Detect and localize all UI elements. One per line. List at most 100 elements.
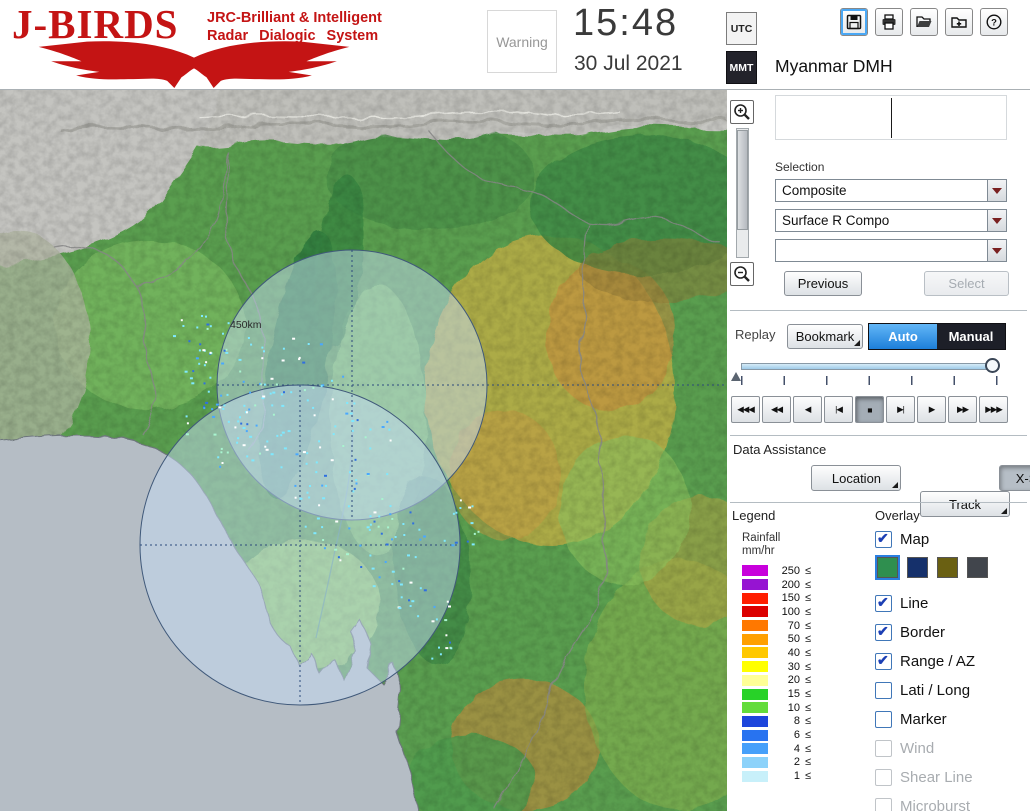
overlay-row-line[interactable]: Line xyxy=(875,592,1025,614)
overlay-row-lati-long[interactable]: Lati / Long xyxy=(875,679,1025,701)
legend-unit-line2: mm/hr xyxy=(742,545,775,557)
timezone-utc-button[interactable]: UTC xyxy=(726,12,757,45)
product-dropdown-value: Composite xyxy=(782,183,847,198)
eagle-logo-icon xyxy=(38,41,350,88)
extra-dropdown[interactable] xyxy=(775,239,1007,262)
type-dropdown-value: Surface R Compo xyxy=(782,213,890,228)
legend-suffix: ≤ xyxy=(805,660,812,673)
type-dropdown[interactable]: Surface R Compo xyxy=(775,209,1007,232)
legend-suffix: ≤ xyxy=(805,674,812,687)
checkbox xyxy=(875,797,892,811)
open-folder-button[interactable] xyxy=(910,8,938,36)
warning-label: Warning xyxy=(496,33,548,50)
legend-value: 20 xyxy=(787,674,800,687)
product-dropdown[interactable]: Composite xyxy=(775,179,1007,202)
timezone-mmt-button[interactable]: MMT xyxy=(726,51,757,84)
legend-value: 200 xyxy=(781,578,800,591)
legend-unit-label: Rainfall mm/hr xyxy=(742,532,780,558)
jump-first-button[interactable]: ◀◀◀ xyxy=(731,396,760,423)
map-style-gray[interactable] xyxy=(967,557,988,578)
map-style-olive[interactable] xyxy=(937,557,958,578)
legend-value: 6 xyxy=(793,729,800,742)
checkbox[interactable] xyxy=(875,530,892,548)
help-icon: ? xyxy=(986,14,1002,30)
previous-button[interactable]: Previous xyxy=(784,271,862,296)
play-button[interactable]: ▶ xyxy=(917,396,946,423)
replay-timeline-track[interactable] xyxy=(741,363,999,370)
zoom-scrollbar-thumb[interactable] xyxy=(736,130,748,230)
extra-dropdown-value xyxy=(776,240,987,261)
map-style-terrain[interactable] xyxy=(875,555,900,580)
auto-mode-button[interactable]: Auto xyxy=(869,324,937,349)
legend-swatch xyxy=(742,579,768,591)
clock-date: 30 Jul 2021 xyxy=(574,52,683,75)
station-info-box[interactable] xyxy=(775,95,1007,140)
checkbox xyxy=(875,768,892,786)
checkbox[interactable] xyxy=(875,623,892,641)
legend-row: 15 ≤ xyxy=(742,687,811,701)
legend-suffix: ≤ xyxy=(805,770,812,783)
overlay-row-shear-line: Shear Line xyxy=(875,766,1025,788)
save-button[interactable] xyxy=(840,8,868,36)
x-section-button[interactable]: X-Section xyxy=(998,465,1030,491)
jump-last-button[interactable]: ▶▶▶ xyxy=(979,396,1008,423)
legend-row: 50 ≤ xyxy=(742,632,811,646)
bookmark-button[interactable]: Bookmark xyxy=(787,323,863,349)
checkbox[interactable] xyxy=(875,594,892,612)
play-reverse-button[interactable]: ◀ xyxy=(793,396,822,423)
legend-swatch xyxy=(742,620,768,632)
radar-map-canvas[interactable]: 450km xyxy=(0,90,727,811)
fast-rewind-button[interactable]: ◀◀ xyxy=(762,396,791,423)
playback-controls: ◀◀◀ ◀◀ ◀ |◀ ■ ▶| ▶ ▶▶ ▶▶▶ xyxy=(731,396,1008,423)
step-back-button[interactable]: |◀ xyxy=(824,396,853,423)
legend-value: 2 xyxy=(793,756,800,769)
control-panel: Selection Composite Surface R Compo Prev… xyxy=(727,90,1030,811)
zoom-in-button[interactable] xyxy=(730,100,754,124)
legend-value: 40 xyxy=(787,646,800,659)
help-button[interactable]: ? xyxy=(980,8,1008,36)
overlay-row-map[interactable]: Map xyxy=(875,528,1025,550)
dropdown-arrow-icon[interactable] xyxy=(987,210,1006,231)
legend-value: 1 xyxy=(793,770,800,783)
import-data-button[interactable] xyxy=(945,8,973,36)
legend-suffix: ≤ xyxy=(805,564,812,577)
checkbox[interactable] xyxy=(875,652,892,670)
legend-swatch xyxy=(742,606,768,618)
print-button[interactable] xyxy=(875,8,903,36)
overlay-options: Map Line Border Range / AZ Lati / Long M… xyxy=(875,528,1025,811)
step-forward-button[interactable]: ▶| xyxy=(886,396,915,423)
location-button[interactable]: Location xyxy=(811,465,902,491)
warning-status: Warning xyxy=(487,10,557,73)
import-data-icon xyxy=(951,17,967,28)
fast-forward-button[interactable]: ▶▶ xyxy=(948,396,977,423)
overlay-label: Microburst xyxy=(900,797,971,811)
legend-suffix: ≤ xyxy=(805,605,812,618)
map-zoom-controls xyxy=(729,100,755,286)
track-button[interactable]: Track xyxy=(920,491,1010,517)
legend-value: 150 xyxy=(781,592,800,605)
timeline-ticks xyxy=(741,376,999,385)
legend-swatch xyxy=(742,743,768,755)
legend-row: 10 ≤ xyxy=(742,701,811,715)
manual-mode-button[interactable]: Manual xyxy=(937,324,1005,349)
legend-value: 10 xyxy=(787,701,800,714)
dropdown-arrow-icon[interactable] xyxy=(987,240,1006,261)
map-style-blue[interactable] xyxy=(907,557,928,578)
legend-swatch xyxy=(742,647,768,659)
overlay-row-border[interactable]: Border xyxy=(875,621,1025,643)
overlay-row-range-az[interactable]: Range / AZ xyxy=(875,650,1025,672)
dropdown-arrow-icon[interactable] xyxy=(987,180,1006,201)
zoom-scrollbar[interactable] xyxy=(735,128,749,258)
legend-suffix: ≤ xyxy=(805,592,812,605)
stop-button[interactable]: ■ xyxy=(855,396,884,423)
legend-row: 150 ≤ xyxy=(742,591,811,605)
replay-timeline-thumb[interactable] xyxy=(985,358,1000,373)
overlay-row-marker[interactable]: Marker xyxy=(875,708,1025,730)
legend-swatch xyxy=(742,770,768,782)
zoom-out-button[interactable] xyxy=(730,262,754,286)
section-divider xyxy=(730,435,1027,436)
select-button[interactable]: Select xyxy=(924,271,1009,296)
overlay-label: Map xyxy=(900,530,930,548)
checkbox[interactable] xyxy=(875,681,892,699)
checkbox[interactable] xyxy=(875,710,892,728)
